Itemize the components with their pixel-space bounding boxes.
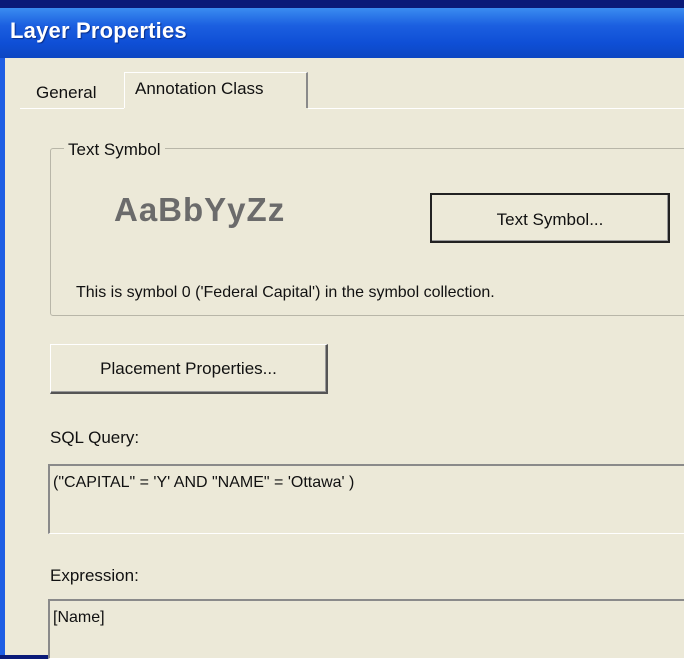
expression-label: Expression: (50, 566, 139, 585)
window-title: Layer Properties (10, 18, 187, 43)
window-frame (0, 58, 5, 655)
sql-query-field[interactable]: ("CAPITAL" = 'Y' AND "NAME" = 'Ottawa' ) (48, 464, 684, 534)
sql-query-label: SQL Query: (50, 428, 140, 447)
placement-properties-button[interactable]: Placement Properties... (50, 344, 328, 394)
symbol-preview: AaBbYyZz (114, 191, 286, 228)
tab-strip-line (308, 108, 684, 109)
text-symbol-button[interactable]: Text Symbol... (430, 193, 670, 243)
tab-strip-line (20, 108, 124, 109)
expression-field[interactable]: [Name] (48, 599, 684, 659)
tab-annotation-class[interactable]: Annotation Class (124, 72, 308, 108)
symbol-info-text: This is symbol 0 ('Federal Capital') in … (76, 284, 495, 301)
text-symbol-button-label: Text Symbol... (496, 210, 604, 229)
title-bar[interactable]: Layer Properties (0, 8, 684, 58)
tab-general[interactable]: General (36, 83, 96, 103)
text-symbol-group-label: Text Symbol (64, 140, 165, 160)
layer-properties-dialog: Layer Properties (0, 8, 684, 655)
